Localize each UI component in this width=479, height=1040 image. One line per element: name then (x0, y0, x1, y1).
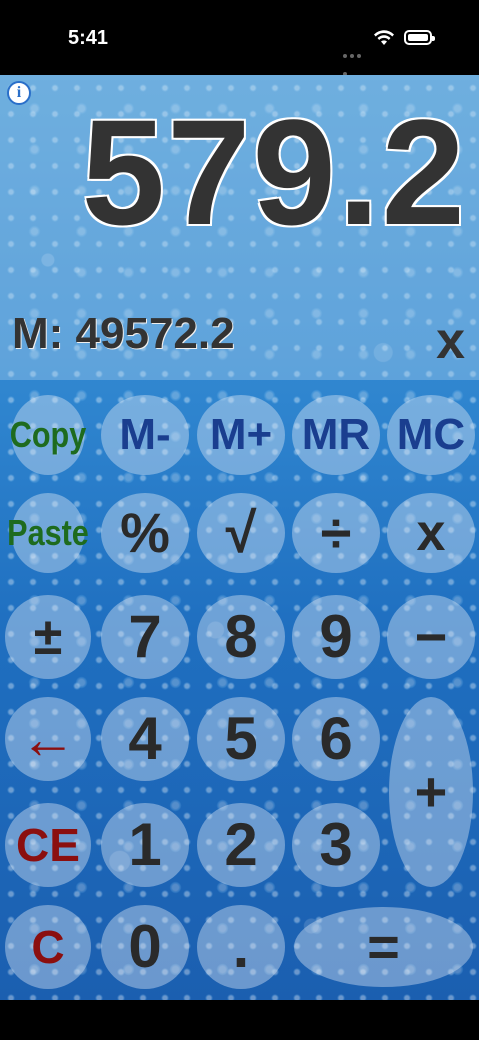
digit-0-button[interactable]: 0 (101, 905, 189, 989)
clear-button[interactable]: C (5, 905, 91, 989)
decimal-button[interactable]: . (197, 905, 285, 989)
digit-7-button[interactable]: 7 (101, 595, 189, 679)
paste-button[interactable]: Paste (7, 493, 89, 573)
digit-4-button[interactable]: 4 (101, 697, 189, 781)
display-panel: i 579.2 M: 49572.2 x (0, 75, 479, 380)
digit-8-button[interactable]: 8 (197, 595, 285, 679)
pending-operator: x (436, 312, 465, 370)
memory-clear-button[interactable]: MC (387, 395, 475, 475)
digit-6-button[interactable]: 6 (292, 697, 380, 781)
memory-recall-button[interactable]: MR (292, 395, 380, 475)
calculator-app: i 579.2 M: 49572.2 x Copy M- M+ MR MC Pa… (0, 75, 479, 1000)
divide-button[interactable]: ÷ (292, 493, 380, 573)
backspace-button[interactable]: ← (5, 697, 91, 781)
multiply-button[interactable]: x (387, 493, 475, 573)
wifi-icon (374, 30, 394, 45)
percent-button[interactable]: % (101, 493, 189, 573)
plus-button[interactable]: + (389, 697, 473, 887)
cellular-signal-icon (343, 40, 369, 76)
status-bar: 5:41 (0, 0, 479, 76)
display-value: 579.2 (81, 88, 467, 256)
equals-button[interactable]: = (294, 907, 473, 987)
info-button[interactable]: i (7, 81, 31, 105)
memory-subtract-button[interactable]: M- (101, 395, 189, 475)
memory-value: M: 49572.2 (12, 309, 235, 358)
status-time: 5:41 (68, 27, 109, 49)
clear-entry-button[interactable]: CE (5, 803, 91, 887)
digit-2-button[interactable]: 2 (197, 803, 285, 887)
digit-3-button[interactable]: 3 (292, 803, 380, 887)
digit-9-button[interactable]: 9 (292, 595, 380, 679)
copy-button[interactable]: Copy (10, 395, 86, 475)
plus-minus-button[interactable]: ± (5, 595, 91, 679)
minus-button[interactable]: − (387, 595, 475, 679)
memory-add-button[interactable]: M+ (197, 395, 285, 475)
square-root-button[interactable]: √ (197, 493, 285, 573)
digit-1-button[interactable]: 1 (101, 803, 189, 887)
digit-5-button[interactable]: 5 (197, 697, 285, 781)
battery-icon (404, 30, 435, 45)
